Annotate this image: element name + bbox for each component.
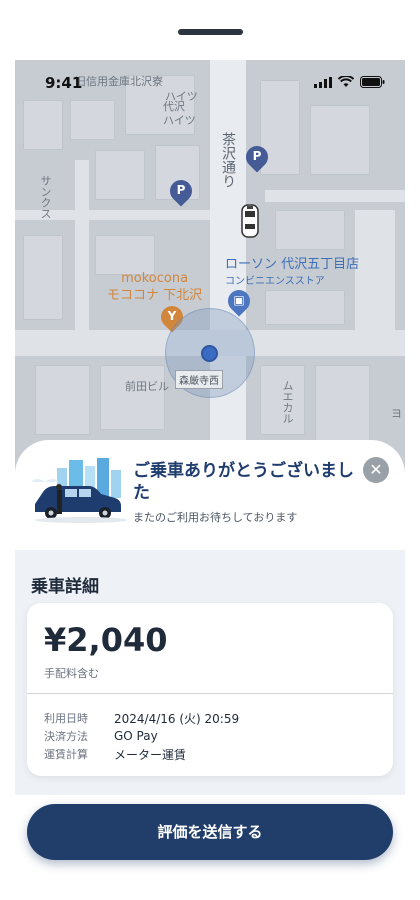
map-road-small [355, 210, 395, 330]
place-label-mokocona[interactable]: mokocona モココナ 下北沢 [107, 270, 202, 304]
map-label: ヨ [391, 407, 402, 420]
detail-row-datetime: 利用日時 2024/4/16 (火) 20:59 [44, 709, 239, 727]
map-block [35, 365, 90, 435]
current-location-dot [201, 345, 218, 362]
place-category: コンビニエンスストア [225, 276, 325, 287]
ride-screen: 旧信用金庫北沢寮 ハイツ 代沢 ハイツ 茶沢通り サンクス 前田ビル ムエカル … [15, 60, 405, 795]
wifi-icon [338, 76, 354, 87]
map-block [100, 365, 165, 430]
fare-detail-list: 利用日時 2024/4/16 (火) 20:59 決済方法 GO Pay 運賃計… [44, 709, 239, 763]
battery-icon [360, 76, 385, 88]
close-icon[interactable]: ✕ [363, 457, 389, 483]
map-block [23, 100, 63, 150]
map-block [315, 365, 370, 445]
status-bar: 9:41 [15, 60, 405, 104]
parking-pin-icon[interactable]: P [165, 175, 197, 208]
detail-value: GO Pay [114, 729, 158, 743]
taxi-car-icon [241, 204, 259, 238]
map-block [310, 105, 370, 175]
submit-rating-button[interactable]: 評価を送信する [27, 804, 393, 860]
ride-details-heading: 乗車詳細 [31, 577, 99, 597]
map-block [275, 210, 345, 250]
place-name-japanese: モココナ 下北沢 [107, 288, 203, 303]
thank-you-card: ご乗車ありがとうございました またのご利用お待ちしております ✕ [15, 440, 405, 550]
ride-details-section: 乗車詳細 ¥2,040 手配料含む 利用日時 2024/4/16 (火) 20:… [15, 550, 405, 795]
thank-you-title: ご乗車ありがとうございました [133, 461, 354, 503]
map-road-small [75, 160, 89, 330]
map-block [70, 100, 115, 140]
detail-value: メーター運賃 [114, 747, 187, 762]
map-label: 代沢 ハイツ [163, 100, 196, 127]
map-block [95, 235, 155, 275]
map-label: 前田ビル [125, 380, 169, 393]
detail-row-fare-calc: 運賃計算 メーター運賃 [44, 745, 239, 763]
status-time: 9:41 [45, 74, 83, 92]
map-block [95, 150, 145, 200]
sheet-grabber[interactable] [178, 29, 243, 35]
map-label: ムエカル [281, 380, 294, 424]
parking-pin-icon[interactable]: P [241, 141, 273, 174]
place-name-latin: mokocona [121, 271, 189, 286]
detail-value: 2024/4/16 (火) 20:59 [114, 711, 240, 726]
map-road-small [265, 190, 405, 202]
detail-key: 利用日時 [44, 712, 88, 725]
signal-icon [314, 76, 332, 88]
place-label-lawson[interactable]: ローソン 代沢五丁目店 コンビニエンスストア [225, 256, 359, 290]
detail-key: 運賃計算 [44, 748, 88, 761]
divider [27, 693, 393, 694]
map-block [265, 290, 345, 325]
map-block [23, 235, 63, 320]
taxi-illustration-icon [31, 458, 127, 523]
map-label-avenue: 茶沢通り [220, 132, 236, 188]
map-stop-label: 森厳寺西 [175, 370, 223, 389]
detail-key: 決済方法 [44, 730, 88, 743]
status-icons [314, 76, 385, 88]
place-name: ローソン 代沢五丁目店 [225, 257, 360, 272]
map-label: サンクス [39, 175, 52, 219]
detail-row-payment: 決済方法 GO Pay [44, 727, 239, 745]
thank-you-subtitle: またのご利用お待ちしております [133, 511, 298, 524]
fare-fee-note: 手配料含む [44, 667, 99, 680]
fare-card: ¥2,040 手配料含む 利用日時 2024/4/16 (火) 20:59 決済… [27, 603, 393, 776]
map-view[interactable]: 旧信用金庫北沢寮 ハイツ 代沢 ハイツ 茶沢通り サンクス 前田ビル ムエカル … [15, 60, 405, 480]
fare-amount: ¥2,040 [44, 621, 168, 659]
